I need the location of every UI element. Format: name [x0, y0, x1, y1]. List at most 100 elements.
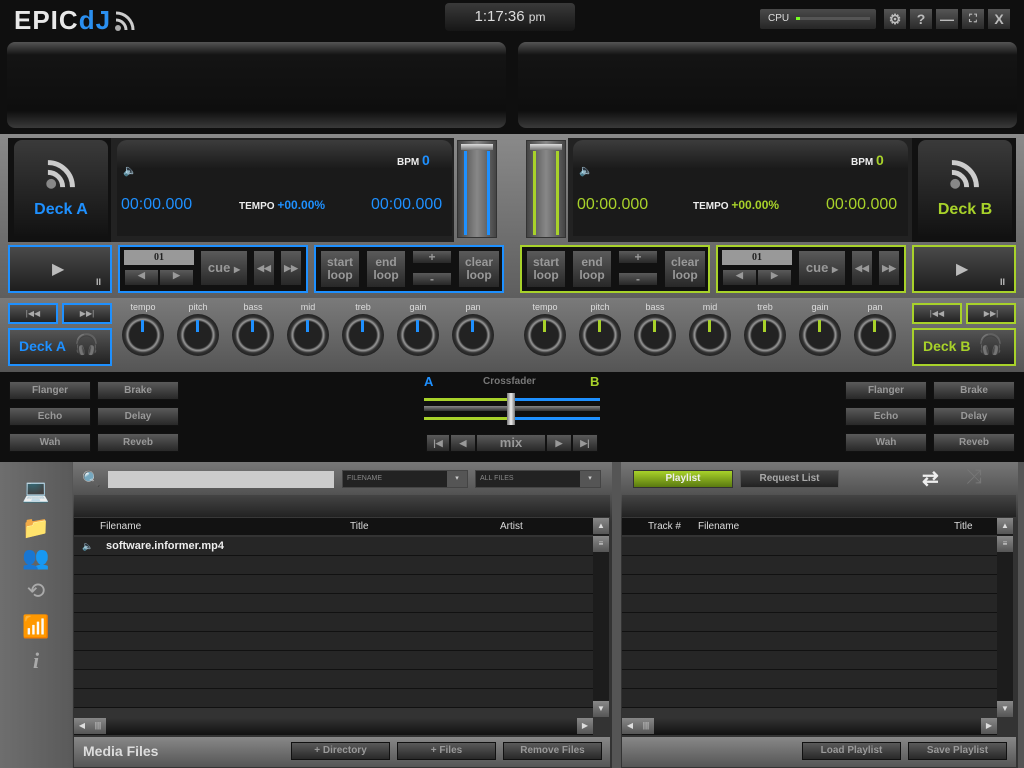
start-loop-button[interactable]: start loop	[320, 250, 360, 288]
knob-dial[interactable]	[579, 314, 621, 356]
knob-dial[interactable]	[287, 314, 329, 356]
knob-tempo[interactable]: tempo	[522, 302, 568, 356]
media-horizontal-scrollbar[interactable]: ◀ ||| ▶	[74, 718, 593, 735]
scroll-right-arrow[interactable]: ▶	[577, 718, 593, 734]
rewind-button[interactable]: ◀◀	[851, 250, 873, 286]
settings-button[interactable]: ⚙	[884, 9, 906, 29]
fullscreen-button[interactable]: ⛶	[962, 9, 984, 29]
crossfader-full-b-button[interactable]: ▶|	[572, 434, 598, 452]
knob-dial[interactable]	[397, 314, 439, 356]
knob-dial[interactable]	[524, 314, 566, 356]
shuffle-icon[interactable]: ⤨	[966, 466, 982, 489]
effect-brake-button[interactable]: Brake	[933, 381, 1015, 400]
deck-b-next-track-button[interactable]: ▶▶|	[966, 303, 1016, 324]
rewind-button[interactable]: ◀◀	[253, 250, 275, 286]
knob-treb[interactable]: treb	[742, 302, 788, 356]
info-icon[interactable]: i	[18, 648, 54, 676]
deck-b-pitch-slider[interactable]	[526, 140, 566, 238]
repeat-icon[interactable]: ⇄	[922, 466, 939, 491]
effect-reveb-button[interactable]: Reveb	[97, 433, 179, 452]
end-loop-button[interactable]: end loop	[572, 250, 612, 288]
start-loop-button[interactable]: start loop	[526, 250, 566, 288]
knob-bass[interactable]: bass	[230, 302, 276, 356]
deck-a-next-track-button[interactable]: ▶▶|	[62, 303, 112, 324]
add-files-button[interactable]: + Files	[397, 742, 496, 760]
knob-mid[interactable]: mid	[285, 302, 331, 356]
crossfader-handle[interactable]	[507, 393, 515, 425]
deck-a-pitch-slider[interactable]	[457, 140, 497, 238]
knob-tempo[interactable]: tempo	[120, 302, 166, 356]
crossfader-full-a-button[interactable]: |◀	[426, 434, 450, 452]
effect-wah-button[interactable]: Wah	[9, 433, 91, 452]
deck-b-prev-track-button[interactable]: |◀◀	[912, 303, 962, 324]
help-button[interactable]: ?	[910, 9, 932, 29]
minimize-button[interactable]: —	[936, 9, 958, 29]
rss-icon[interactable]: 📶	[18, 614, 54, 642]
knob-mid[interactable]: mid	[687, 302, 733, 356]
deck-a-play-pause-button[interactable]: ▶ II	[8, 245, 112, 293]
knob-gain[interactable]: gain	[797, 302, 843, 356]
effect-echo-button[interactable]: Echo	[845, 407, 927, 426]
crossfader-mix-button[interactable]: mix	[476, 434, 546, 452]
loop-minus-button[interactable]: -	[412, 272, 452, 286]
playlist-vertical-scrollbar[interactable]: ▲ ≡ ▼	[997, 518, 1013, 717]
knob-dial[interactable]	[854, 314, 896, 356]
effect-flanger-button[interactable]: Flanger	[845, 381, 927, 400]
crossfader-step-a-button[interactable]: ◀	[450, 434, 476, 452]
knob-dial[interactable]	[342, 314, 384, 356]
knob-dial[interactable]	[232, 314, 274, 356]
table-row[interactable]: 🔈 software.informer.mp4	[74, 537, 593, 556]
fast-forward-button[interactable]: ▶▶	[280, 250, 302, 286]
scroll-thumb[interactable]: |||	[638, 718, 654, 734]
cue-prev-button[interactable]: ◀	[124, 269, 159, 286]
save-playlist-button[interactable]: Save Playlist	[908, 742, 1007, 760]
effect-flanger-button[interactable]: Flanger	[9, 381, 91, 400]
load-playlist-button[interactable]: Load Playlist	[802, 742, 901, 760]
clear-loop-button[interactable]: clear loop	[458, 250, 500, 288]
effect-reveb-button[interactable]: Reveb	[933, 433, 1015, 452]
deck-a-prev-track-button[interactable]: |◀◀	[8, 303, 58, 324]
tab-playlist[interactable]: Playlist	[633, 470, 733, 488]
loop-minus-button[interactable]: -	[618, 272, 658, 286]
loop-plus-button[interactable]: +	[412, 250, 452, 264]
cue-button[interactable]: cue ▶	[200, 250, 248, 286]
loop-plus-button[interactable]: +	[618, 250, 658, 264]
knob-dial[interactable]	[452, 314, 494, 356]
knob-dial[interactable]	[689, 314, 731, 356]
cue-prev-button[interactable]: ◀	[722, 269, 757, 286]
effect-delay-button[interactable]: Delay	[97, 407, 179, 426]
history-icon[interactable]: ⟲	[18, 578, 54, 606]
knob-pitch[interactable]: pitch	[175, 302, 221, 356]
scroll-up-arrow[interactable]: ▲	[997, 518, 1013, 534]
waveform-deck-b[interactable]	[518, 42, 1017, 128]
deck-a-headphone-cue-button[interactable]: Deck A 🎧	[8, 328, 112, 366]
knob-pan[interactable]: pan	[450, 302, 496, 356]
crossfader-step-b-button[interactable]: ▶	[546, 434, 572, 452]
scroll-left-arrow[interactable]: ◀	[74, 718, 90, 734]
search-input[interactable]	[108, 471, 334, 488]
close-button[interactable]: X	[988, 9, 1010, 29]
knob-dial[interactable]	[634, 314, 676, 356]
laptop-icon[interactable]: 💻	[18, 478, 54, 506]
tab-request-list[interactable]: Request List	[740, 470, 839, 488]
users-icon[interactable]: 👥	[18, 545, 54, 573]
cue-next-button[interactable]: ▶	[757, 269, 792, 286]
filter-field-select[interactable]: FILENAME ▾	[342, 470, 468, 488]
deck-b-headphone-cue-button[interactable]: Deck B 🎧	[912, 328, 1016, 366]
knob-treb[interactable]: treb	[340, 302, 386, 356]
scroll-thumb[interactable]: |||	[90, 718, 106, 734]
scroll-down-arrow[interactable]: ▼	[593, 701, 609, 717]
knob-dial[interactable]	[122, 314, 164, 356]
crossfader-slider[interactable]	[424, 393, 600, 427]
clear-loop-button[interactable]: clear loop	[664, 250, 706, 288]
playlist-horizontal-scrollbar[interactable]: ◀ ||| ▶	[622, 718, 997, 735]
knob-gain[interactable]: gain	[395, 302, 441, 356]
filter-type-select[interactable]: ALL FILES ▾	[475, 470, 601, 488]
knob-dial[interactable]	[744, 314, 786, 356]
cue-next-button[interactable]: ▶	[159, 269, 194, 286]
fast-forward-button[interactable]: ▶▶	[878, 250, 900, 286]
scroll-right-arrow[interactable]: ▶	[981, 718, 997, 734]
cue-button[interactable]: cue ▶	[798, 250, 846, 286]
end-loop-button[interactable]: end loop	[366, 250, 406, 288]
deck-b-play-pause-button[interactable]: ▶ II	[912, 245, 1016, 293]
